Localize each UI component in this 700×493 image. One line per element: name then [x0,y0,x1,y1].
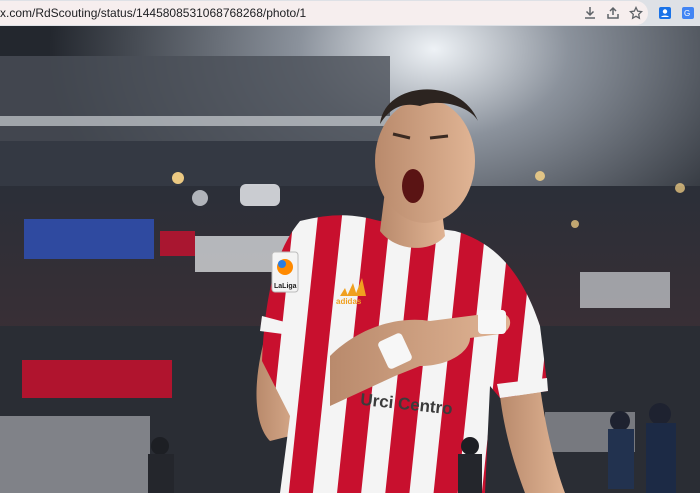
star-bookmark-icon[interactable] [627,4,645,22]
download-icon[interactable] [581,4,599,22]
svg-text:G: G [684,9,690,18]
league-badge-label: LaLiga [274,283,297,290]
translate-extension-icon[interactable]: G [679,4,697,22]
jersey-brand: adidas [336,297,362,306]
address-bar[interactable]: x.com/RdScouting/status/1445808531068768… [0,1,648,25]
share-icon[interactable] [604,4,622,22]
browser-toolbar: x.com/RdScouting/status/1445808531068768… [0,0,700,26]
url-text[interactable]: x.com/RdScouting/status/1445808531068768… [0,6,306,20]
football-celebration-photo: LaLiga adidas Urci Centro [0,26,700,493]
laliga-badge: LaLiga [271,251,299,293]
profile-extension-icon[interactable] [656,4,674,22]
tweet-photo[interactable]: LaLiga adidas Urci Centro [0,26,700,493]
